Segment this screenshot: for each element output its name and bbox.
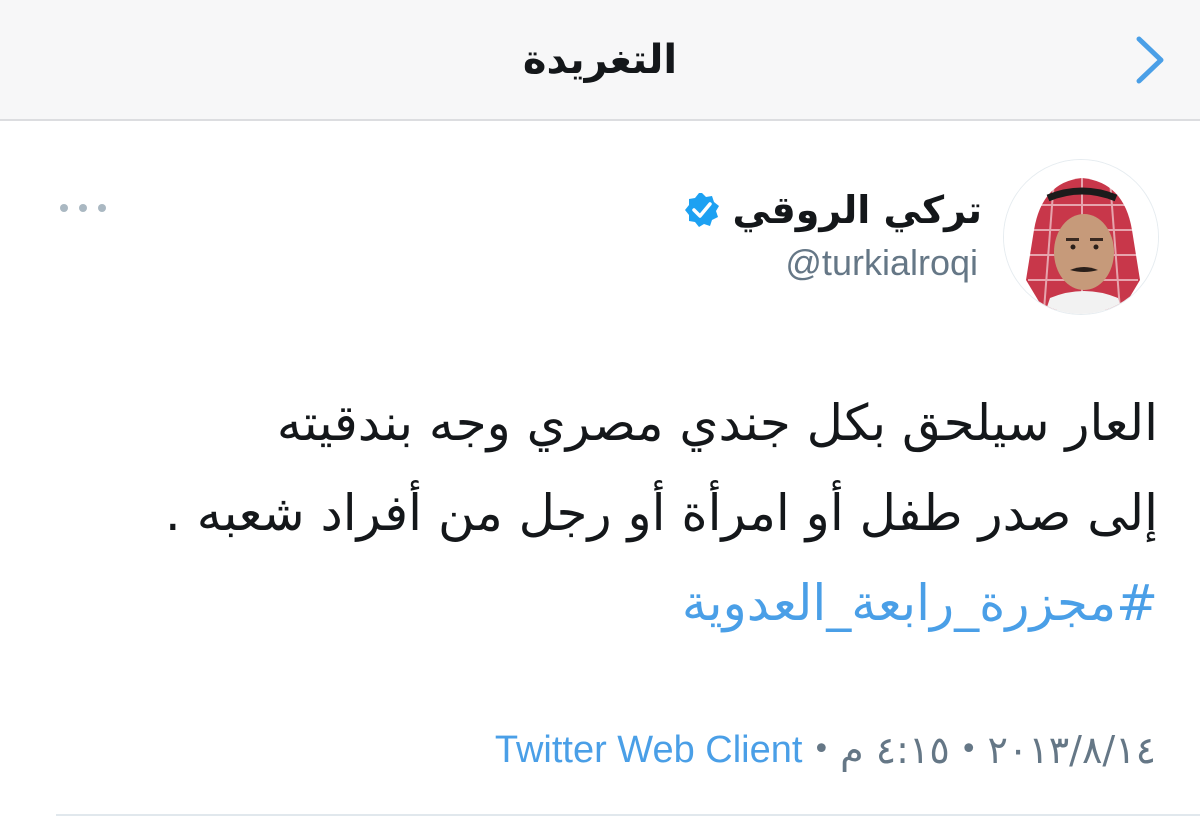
author-name-row[interactable]: تركي الروقي [684, 180, 982, 240]
tweet-date: ٢٠١٣/٨/١٤ [987, 728, 1156, 772]
author-display-name[interactable]: تركي الروقي [732, 188, 982, 232]
tweet-meta: ٢٠١٣/٨/١٤ • ٤:١٥ م • Twitter Web Client [495, 722, 1156, 778]
avatar[interactable] [1003, 159, 1159, 315]
hashtag-link[interactable]: #مجزرة_رابعة_العدوية [58, 558, 1158, 648]
more-options-button[interactable] [60, 196, 106, 220]
author-handle[interactable]: @turkialroqi [785, 242, 978, 284]
navigation-bar: التغريدة [0, 0, 1200, 121]
more-horizontal-icon [60, 204, 68, 212]
page-title: التغريدة [522, 37, 678, 83]
tweet-text-line: العار سيلحق بكل جندي مصري وجه بندقيته [276, 394, 1158, 452]
tweet-text: العار سيلحق بكل جندي مصري وجه بندقيته إل… [58, 378, 1158, 648]
more-dot [98, 204, 106, 212]
back-button[interactable] [1118, 28, 1182, 92]
chevron-right-icon [1136, 36, 1164, 84]
tweet-source-link[interactable]: Twitter Web Client [495, 722, 803, 778]
avatar-photo [1004, 160, 1158, 314]
more-dot [79, 204, 87, 212]
divider [56, 814, 1200, 816]
verified-badge-icon [685, 193, 720, 227]
meta-separator: • [959, 732, 978, 767]
tweet-detail-screen: التغريدة تركي الروقي @turkialroqi العار … [0, 0, 1200, 821]
tweet-text-line: إلى صدر طفل أو امرأة أو رجل من أفراد شعب… [164, 484, 1158, 542]
tweet-time: ٤:١٥ م [840, 728, 950, 772]
meta-separator: • [812, 732, 831, 767]
